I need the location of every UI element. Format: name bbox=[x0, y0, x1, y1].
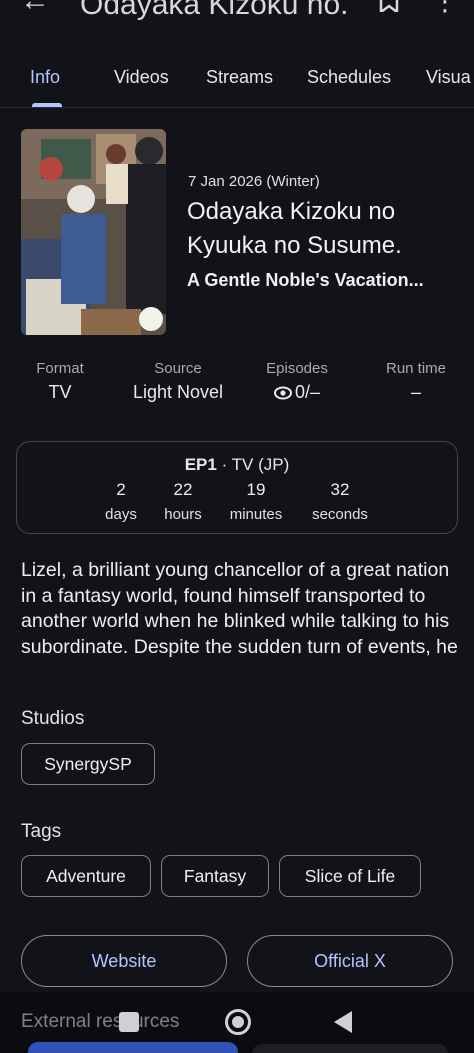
tab-streams[interactable]: Streams bbox=[206, 67, 273, 88]
countdown-unit: hours bbox=[164, 506, 202, 523]
tab-schedules[interactable]: Schedules bbox=[307, 67, 391, 88]
page-title: Odayaka Kizoku no... bbox=[80, 0, 350, 21]
info-label: Run time bbox=[385, 360, 447, 377]
countdown-minutes: 19 minutes bbox=[221, 480, 291, 523]
top-app-bar: ← Odayaka Kizoku no... ⋮ bbox=[0, 0, 474, 40]
more-vertical-icon[interactable]: ⋮ bbox=[432, 0, 458, 17]
active-tab-indicator bbox=[32, 103, 62, 107]
info-value: – bbox=[410, 382, 421, 402]
tag-chip-adventure[interactable]: Adventure bbox=[21, 855, 151, 897]
bookmark-icon[interactable] bbox=[376, 0, 402, 12]
synopsis[interactable]: Lizel, a brilliant young chancellor of a… bbox=[21, 558, 461, 660]
info-value: 0/– bbox=[294, 382, 321, 402]
info-label: Source bbox=[154, 360, 202, 377]
anime-title: Odayaka Kizoku no Kyuuka no Susume. bbox=[187, 198, 402, 259]
countdown-days: 2 days bbox=[97, 480, 145, 523]
tab-info[interactable]: Info bbox=[30, 67, 60, 88]
tab-bar: Info Videos Streams Schedules Visua bbox=[0, 58, 474, 108]
website-button[interactable]: Website bbox=[21, 935, 227, 987]
countdown-unit: seconds bbox=[312, 506, 368, 523]
info-value: Light Novel bbox=[132, 382, 224, 402]
countdown-number: 19 bbox=[246, 480, 266, 499]
air-date: 7 Jan 2026 (Winter) bbox=[188, 173, 320, 190]
cover-image[interactable] bbox=[21, 129, 166, 335]
info-format: Format TV bbox=[22, 360, 98, 403]
countdown-unit: days bbox=[105, 506, 137, 523]
countdown-unit: minutes bbox=[229, 506, 283, 523]
studio-chip[interactable]: SynergySP bbox=[21, 743, 155, 785]
next-episode-countdown: EP1 · TV (JP) 2 days 22 hours 19 minutes… bbox=[16, 441, 458, 534]
countdown-hours: 22 hours bbox=[155, 480, 211, 523]
countdown-number: 2 bbox=[116, 480, 126, 499]
countdown-number: 32 bbox=[330, 480, 350, 499]
tab-videos[interactable]: Videos bbox=[114, 67, 169, 88]
anime-english-title: A Gentle Noble's Vacation... bbox=[187, 270, 424, 290]
tags-heading: Tags bbox=[21, 821, 62, 842]
countdown-number: 22 bbox=[173, 480, 193, 499]
info-episodes: Episodes 0/– bbox=[256, 360, 338, 403]
tab-visual[interactable]: Visua bbox=[426, 67, 471, 88]
eye-icon bbox=[273, 386, 292, 399]
network: TV (JP) bbox=[231, 455, 290, 474]
official-x-button[interactable]: Official X bbox=[247, 935, 453, 987]
info-value: TV bbox=[48, 382, 72, 402]
info-runtime: Run time – bbox=[376, 360, 456, 403]
info-source: Source Light Novel bbox=[124, 360, 232, 403]
episode-number: EP1 bbox=[184, 455, 217, 474]
partial-button[interactable] bbox=[252, 1044, 448, 1053]
studios-heading: Studios bbox=[21, 708, 85, 729]
countdown-seconds: 32 seconds bbox=[302, 480, 378, 523]
partial-button[interactable] bbox=[28, 1042, 238, 1053]
back-triangle-icon[interactable] bbox=[334, 1011, 352, 1033]
recents-icon[interactable] bbox=[119, 1012, 139, 1032]
tag-chip-fantasy[interactable]: Fantasy bbox=[161, 855, 269, 897]
separator: · bbox=[216, 455, 232, 474]
back-arrow-icon[interactable]: ← bbox=[20, 0, 50, 18]
info-label: Format bbox=[36, 360, 84, 377]
info-label: Episodes bbox=[266, 360, 328, 377]
tag-chip-slice-of-life[interactable]: Slice of Life bbox=[279, 855, 421, 897]
home-icon[interactable] bbox=[225, 1009, 251, 1035]
